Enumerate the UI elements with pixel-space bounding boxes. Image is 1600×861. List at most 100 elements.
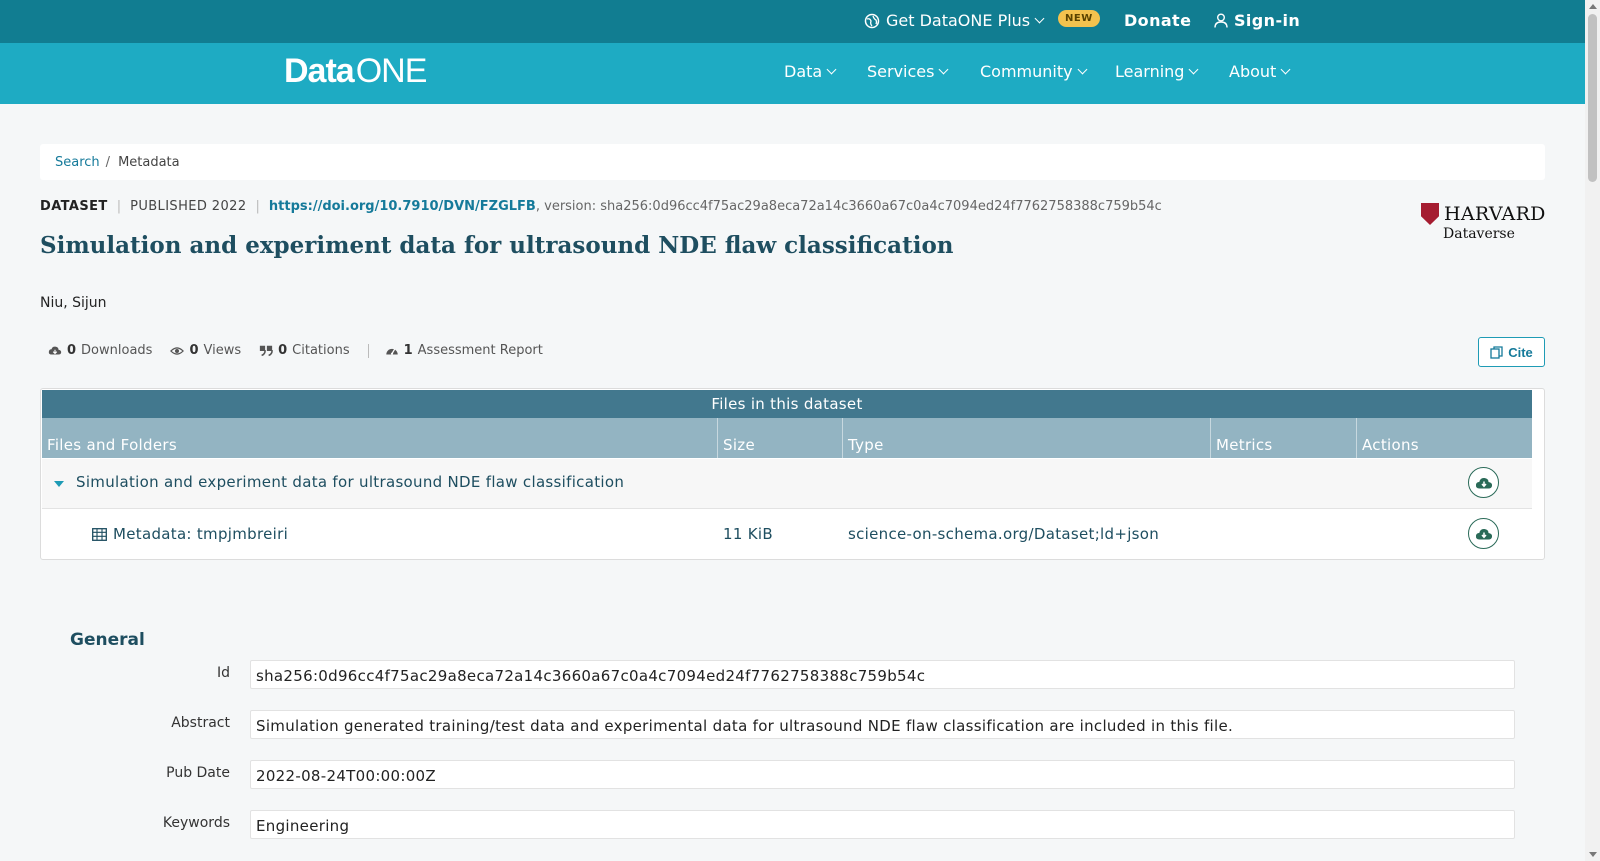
field-label-pub-date: Pub Date xyxy=(166,765,230,781)
assessment-count: 1 xyxy=(403,343,413,358)
views-label: Views xyxy=(203,343,242,358)
files-table: Files in this dataset Files and Folders … xyxy=(40,388,1545,560)
assessment-report-metric[interactable]: 1 Assessment Report xyxy=(385,343,543,358)
nav-about[interactable]: About xyxy=(1229,62,1291,81)
dataset-author[interactable]: Niu, Sijun xyxy=(40,295,107,311)
cloud-download-icon xyxy=(1475,528,1492,539)
user-icon xyxy=(1214,13,1228,28)
nav-learning-label: Learning xyxy=(1115,62,1185,81)
meta-divider: | xyxy=(255,199,260,214)
scroll-up-arrow-icon[interactable] xyxy=(1589,4,1597,9)
chevron-down-icon xyxy=(1034,13,1045,24)
chevron-down-icon xyxy=(1189,64,1199,75)
nav-community[interactable]: Community xyxy=(980,62,1088,81)
dataset-metrics: 0 Downloads 0 Views 0 Citations 1 Assess… xyxy=(48,343,561,358)
globe-icon xyxy=(864,13,880,28)
nav-community-label: Community xyxy=(980,62,1073,81)
donate-link[interactable]: Donate xyxy=(1124,11,1191,30)
assessment-label: Assessment Report xyxy=(417,343,543,358)
nav-learning[interactable]: Learning xyxy=(1115,62,1199,81)
table-icon xyxy=(92,527,107,541)
top-utility-bar: Get DataONE Plus NEW Donate Sign-in xyxy=(0,0,1585,43)
harvard-dataverse-logo[interactable]: HARVARD Dataverse xyxy=(1421,203,1546,242)
col-size: Size xyxy=(718,418,843,458)
new-badge: NEW xyxy=(1058,10,1100,27)
get-dataone-plus-menu[interactable]: Get DataONE Plus xyxy=(864,11,1045,30)
dataset-meta-line: DATASET | PUBLISHED 2022 | https://doi.o… xyxy=(40,199,1162,214)
gauge-icon xyxy=(385,348,398,355)
breadcrumb-separator: / xyxy=(105,154,111,170)
dataset-title: Simulation and experiment data for ultra… xyxy=(40,232,954,259)
breadcrumb: Search / Metadata xyxy=(40,144,1545,180)
get-dataone-plus-label: Get DataONE Plus xyxy=(886,11,1031,30)
repository-subname: Dataverse xyxy=(1443,226,1515,242)
metrics-divider xyxy=(367,343,369,358)
file-size: 11 KiB xyxy=(723,525,773,543)
file-type: science-on-schema.org/Dataset;ld+json xyxy=(848,525,1160,543)
col-metrics: Metrics xyxy=(1211,418,1357,458)
field-value-pub-date: 2022-08-24T00:00:00Z xyxy=(250,760,1515,789)
folder-row[interactable]: Simulation and experiment data for ultra… xyxy=(42,459,1532,509)
scroll-down-arrow-icon[interactable] xyxy=(1589,852,1597,857)
field-label-id: Id xyxy=(216,665,230,681)
citations-label: Citations xyxy=(292,343,350,358)
breadcrumb-search-link[interactable]: Search xyxy=(55,155,100,170)
doi-suffix: , xyxy=(535,199,540,214)
chevron-down-icon xyxy=(939,64,949,75)
downloads-metric: 0 Downloads xyxy=(48,343,152,358)
doi-link[interactable]: https://doi.org/10.7910/DVN/FZGLFB xyxy=(269,199,536,214)
general-section-title: General xyxy=(70,630,145,650)
views-count: 0 xyxy=(189,343,199,358)
citations-count: 0 xyxy=(278,343,288,358)
file-name: Metadata: tmpjmbreiri xyxy=(113,525,289,543)
page-scrollbar[interactable] xyxy=(1585,0,1600,861)
folder-name: Simulation and experiment data for ultra… xyxy=(76,473,625,491)
nav-about-label: About xyxy=(1229,62,1277,81)
quote-icon xyxy=(260,345,274,356)
downloads-label: Downloads xyxy=(81,343,153,358)
eye-icon xyxy=(170,346,185,355)
field-value-keywords: Engineering xyxy=(250,810,1515,839)
dataset-type: DATASET xyxy=(40,199,108,214)
files-table-title: Files in this dataset xyxy=(42,390,1532,418)
chevron-down-icon xyxy=(1280,64,1291,75)
nav-services-label: Services xyxy=(867,62,935,81)
citations-metric: 0 Citations xyxy=(259,343,350,358)
nav-data-label: Data xyxy=(784,62,823,81)
repository-name: HARVARD xyxy=(1444,203,1546,225)
field-label-keywords: Keywords xyxy=(162,815,230,831)
main-navigation: Data ONE Data Services Community Learnin… xyxy=(0,43,1585,104)
cite-button[interactable]: Cite xyxy=(1478,337,1545,367)
sign-in-label: Sign-in xyxy=(1234,11,1301,30)
copy-icon xyxy=(1490,345,1503,359)
chevron-down-icon xyxy=(1077,64,1088,75)
col-actions: Actions xyxy=(1362,436,1419,454)
file-row[interactable]: Metadata: tmpjmbreiri 11 KiB science-on-… xyxy=(42,510,1532,560)
logo-data-text: Data xyxy=(284,52,355,90)
harvard-shield-icon xyxy=(1421,203,1439,225)
files-table-header-row: Files and Folders Size Type Metrics Acti… xyxy=(42,418,1532,458)
cloud-download-icon xyxy=(48,346,62,354)
downloads-count: 0 xyxy=(67,343,77,358)
cloud-download-icon xyxy=(1475,477,1492,488)
download-folder-button[interactable] xyxy=(1468,467,1499,498)
field-value-id: sha256:0d96cc4f75ac29a8eca72a14c3660a67c… xyxy=(250,660,1515,689)
meta-divider: | xyxy=(116,199,122,214)
field-value-abstract: Simulation generated training/test data … xyxy=(250,710,1515,739)
sign-in-link[interactable]: Sign-in xyxy=(1214,11,1300,30)
logo-one-text: ONE xyxy=(355,52,428,90)
nav-data[interactable]: Data xyxy=(784,62,837,81)
file-name-cell[interactable]: Metadata: tmpjmbreiri xyxy=(92,525,288,543)
field-label-abstract: Abstract xyxy=(171,715,230,731)
download-file-button[interactable] xyxy=(1468,518,1499,549)
published-year: PUBLISHED 2022 xyxy=(130,199,247,214)
cite-label: Cite xyxy=(1508,344,1533,360)
col-files-and-folders: Files and Folders xyxy=(42,418,718,458)
nav-services[interactable]: Services xyxy=(867,62,949,81)
caret-down-icon[interactable] xyxy=(54,481,64,487)
dataone-logo[interactable]: Data ONE xyxy=(284,52,428,91)
version-text: version: sha256:0d96cc4f75ac29a8eca72a14… xyxy=(544,199,1162,214)
views-metric: 0 Views xyxy=(170,343,241,358)
col-type: Type xyxy=(843,418,1211,458)
scroll-thumb[interactable] xyxy=(1588,14,1597,182)
